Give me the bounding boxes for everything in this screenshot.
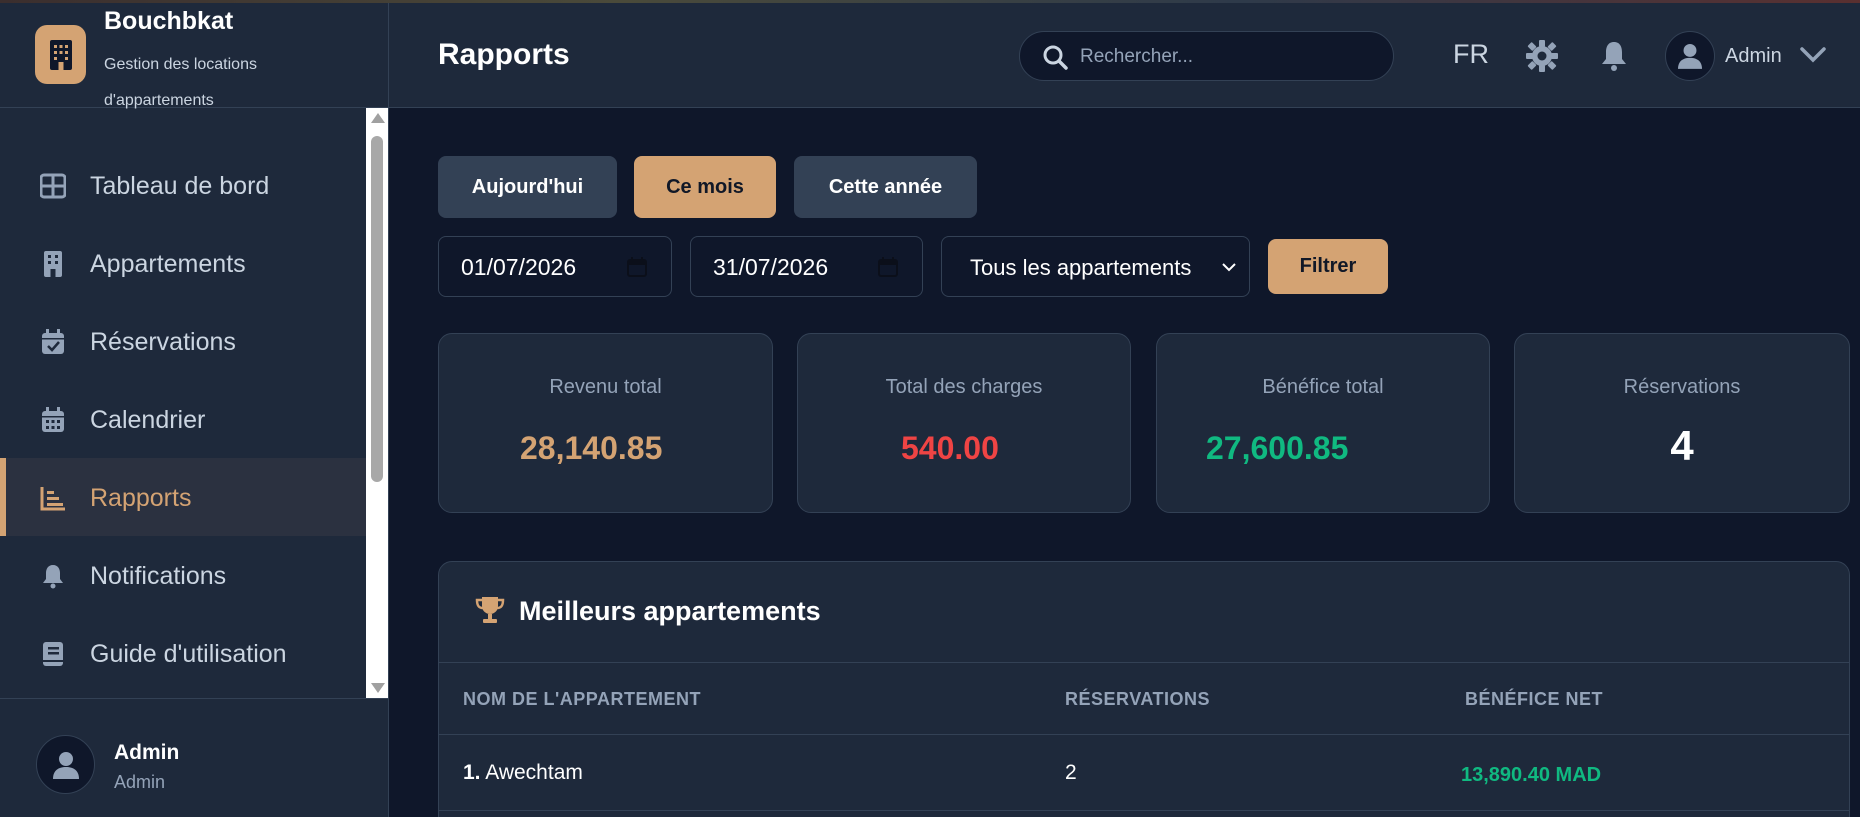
user-icon	[1678, 44, 1702, 69]
calendar-icon[interactable]	[627, 257, 647, 277]
table-header: NOM DE L'APPARTEMENT RÉSERVATIONS BÉNÉFI…	[439, 662, 1849, 735]
calendar-check-icon	[42, 329, 64, 354]
this-month-button[interactable]: Ce mois	[634, 156, 776, 218]
bell-icon[interactable]	[1597, 39, 1631, 73]
reservations-cell: 2	[1065, 761, 1077, 784]
sidebar-item-reservations[interactable]: Réservations	[0, 302, 366, 380]
today-button[interactable]: Aujourd'hui	[438, 156, 617, 218]
sidebar-item-rapports[interactable]: Rapports	[0, 458, 366, 536]
net-profit-cell: 13,890.40 MAD	[1461, 764, 1602, 786]
stat-card-revenue: Revenu total 28,140.85	[438, 333, 773, 513]
start-date-value: 01/07/2026	[461, 254, 577, 280]
sidebar-user[interactable]: Admin Admin	[0, 698, 388, 817]
table-row[interactable]: 1. Awechtam 2 13,890.40 MAD	[439, 735, 1849, 811]
sidebar: Bouchbkat Gestion des locations d'appart…	[0, 3, 389, 817]
chart-icon	[40, 487, 65, 511]
avatar	[36, 735, 95, 794]
sidebar-user-name: Admin	[114, 741, 180, 764]
page-title: Rapports	[438, 38, 570, 71]
sidebar-item-label: Réservations	[90, 328, 236, 356]
sidebar-item-calendrier[interactable]: Calendrier	[0, 380, 366, 458]
header-avatar[interactable]	[1665, 31, 1715, 81]
stat-value: 540.00	[901, 430, 999, 466]
scroll-down-arrow-icon[interactable]	[371, 683, 385, 693]
brand-title: Bouchbkat	[104, 7, 234, 35]
stat-value: 4	[1670, 422, 1694, 469]
sidebar-item-notifications[interactable]: Notifications	[0, 536, 366, 614]
sidebar-item-label: Tableau de bord	[90, 172, 270, 200]
stat-card-reservations: Réservations 4	[1514, 333, 1850, 513]
stat-card-profit: Bénéfice total 27,600.85	[1156, 333, 1490, 513]
user-icon	[52, 751, 79, 779]
bell-icon	[43, 565, 63, 589]
column-header[interactable]: RÉSERVATIONS	[1065, 689, 1210, 710]
stat-label: Réservations	[1623, 376, 1741, 398]
header-user-name[interactable]: Admin	[1725, 45, 1782, 68]
column-header[interactable]: NOM DE L'APPARTEMENT	[463, 689, 701, 710]
book-icon	[43, 642, 63, 666]
sidebar-item-tableau-de-bord[interactable]: Tableau de bord	[0, 146, 366, 224]
sidebar-item-guide[interactable]: Guide d'utilisation	[0, 614, 366, 692]
language-switch[interactable]: FR	[1453, 39, 1489, 70]
apartment-select-value: Tous les appartements	[970, 255, 1192, 280]
column-header[interactable]: BÉNÉFICE NET	[1465, 689, 1603, 710]
sidebar-item-label: Rapports	[90, 484, 192, 512]
scroll-up-arrow-icon[interactable]	[371, 113, 385, 123]
stat-card-charges: Total des charges 540.00	[797, 333, 1131, 513]
sidebar-item-appartements[interactable]: Appartements	[0, 224, 366, 302]
sidebar-scrollbar[interactable]	[366, 108, 388, 698]
apartment-select[interactable]: Tous les appartements	[941, 236, 1250, 297]
building-icon	[44, 251, 62, 277]
stat-value: 28,140.85	[520, 430, 663, 466]
stat-label: Total des charges	[885, 376, 1043, 398]
search-icon	[1043, 45, 1068, 70]
gear-icon[interactable]	[1525, 39, 1559, 73]
end-date-input[interactable]: 31/07/2026	[690, 236, 923, 297]
filter-button[interactable]: Filtrer	[1268, 239, 1388, 294]
grid-icon	[40, 173, 66, 199]
sidebar-item-label: Guide d'utilisation	[90, 640, 287, 668]
scrollbar-thumb[interactable]	[371, 136, 383, 482]
rank: 1.	[463, 761, 481, 784]
apartment-name: Awechtam	[485, 761, 583, 784]
this-year-button[interactable]: Cette année	[794, 156, 977, 218]
stat-value: 27,600.85	[1206, 430, 1349, 466]
search-input[interactable]	[1080, 42, 1380, 72]
top-header: Rapports FR Admin	[389, 3, 1860, 108]
start-date-input[interactable]: 01/07/2026	[438, 236, 672, 297]
best-apartments-card: Meilleurs appartements NOM DE L'APPARTEM…	[438, 561, 1850, 817]
sidebar-nav: Tableau de bord Appartements Réservation…	[0, 108, 366, 698]
card-title: Meilleurs appartements	[519, 596, 821, 626]
sidebar-user-role: Admin	[114, 772, 166, 792]
calendar-icon[interactable]	[878, 257, 898, 277]
chevron-down-icon[interactable]	[1799, 45, 1827, 65]
sidebar-item-label: Notifications	[90, 562, 227, 590]
chevron-down-icon	[1222, 263, 1236, 272]
sidebar-item-label: Appartements	[90, 250, 246, 278]
calendar-icon	[42, 407, 64, 432]
stat-label: Revenu total	[549, 376, 662, 398]
stat-label: Bénéfice total	[1262, 376, 1384, 398]
trophy-icon	[475, 597, 505, 623]
end-date-value: 31/07/2026	[713, 254, 829, 280]
apartment-name-cell: 1. Awechtam	[463, 761, 583, 785]
brand: Bouchbkat Gestion des locations d'appart…	[0, 3, 388, 109]
building-logo-icon	[35, 25, 86, 84]
search-box[interactable]	[1019, 31, 1394, 81]
sidebar-item-label: Calendrier	[90, 406, 206, 434]
